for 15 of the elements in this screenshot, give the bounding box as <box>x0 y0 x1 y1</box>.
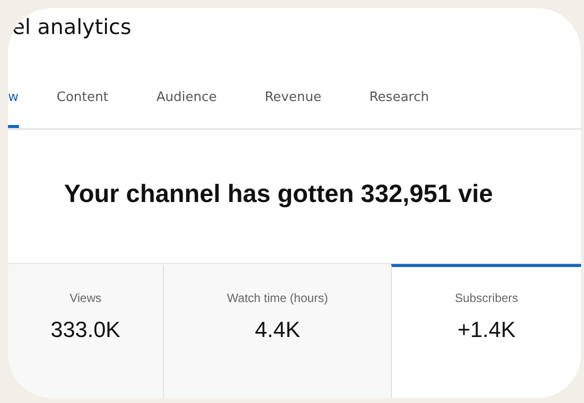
metric-value: 333.0K <box>50 316 120 344</box>
metric-label: Watch time (hours) <box>227 290 328 307</box>
tab[interactable]: Research <box>369 84 429 128</box>
metric-label: Views <box>70 290 102 307</box>
metric-card[interactable]: Watch time (hours) 4.4K <box>163 264 391 398</box>
metric-card[interactable]: Subscribers +1.4K <box>391 264 581 398</box>
headline: Your channel has gotten 332,951 vie <box>64 178 493 210</box>
metric-value: +1.4K <box>457 316 516 344</box>
metric-label: Subscribers <box>454 290 518 307</box>
tab[interactable]: Audience <box>156 84 217 128</box>
metric-card[interactable]: Views 333.0K <box>8 264 163 398</box>
metric-value: 4.4K <box>254 316 300 344</box>
tab[interactable]: w <box>8 84 19 128</box>
tab[interactable]: Content <box>56 84 108 128</box>
tab[interactable]: Revenue <box>264 84 322 128</box>
